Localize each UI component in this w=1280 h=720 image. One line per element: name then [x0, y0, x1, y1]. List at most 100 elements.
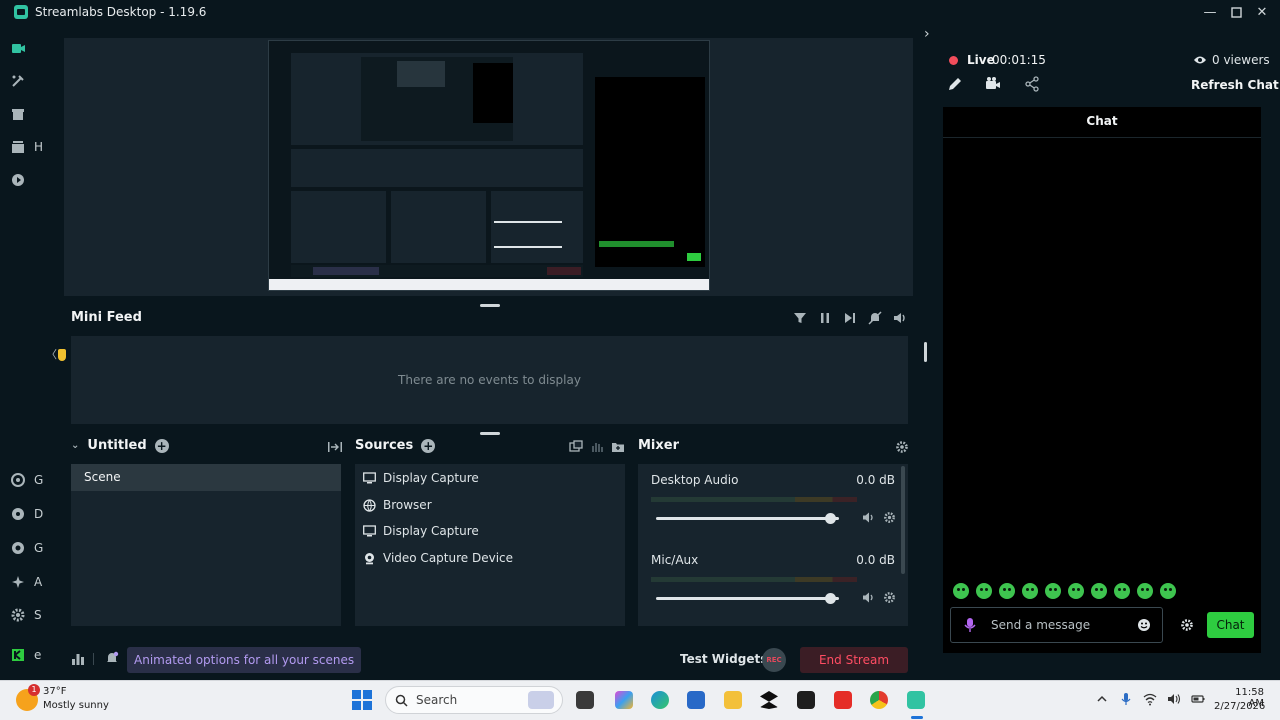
channel-settings-icon[interactable] [883, 591, 896, 604]
emote-icon[interactable] [1137, 583, 1153, 599]
edge-browser-icon[interactable] [651, 691, 669, 709]
scene-transition-button[interactable] [327, 440, 343, 454]
preview-screen-capture [268, 40, 710, 291]
mixer-settings-icon[interactable] [895, 440, 909, 454]
edit-stream-info-icon[interactable] [947, 76, 963, 92]
microphone-icon[interactable] [963, 617, 977, 633]
nav-settings[interactable]: S [10, 605, 42, 625]
emote-icon[interactable] [1068, 583, 1084, 599]
nav-store[interactable] [10, 104, 26, 124]
chevron-up-icon[interactable] [1095, 692, 1109, 706]
maximize-button[interactable] [1223, 0, 1249, 24]
stream-camera-icon[interactable] [985, 76, 1001, 92]
store-icon [12, 109, 24, 120]
end-stream-button[interactable]: End Stream [800, 647, 908, 673]
nav-highlighter-label: H [34, 140, 44, 154]
chevron-down-icon[interactable]: ⌄ [71, 440, 79, 451]
add-source-icon[interactable]: + [421, 438, 436, 453]
close-button[interactable]: ✕ [1249, 0, 1275, 24]
emote-icon[interactable] [1022, 583, 1038, 599]
performance-stats-icon[interactable] [71, 652, 85, 666]
scene-collection-name[interactable]: Untitled [87, 438, 146, 453]
amazon-icon[interactable] [797, 691, 815, 709]
source-item[interactable]: Display Capture [363, 469, 479, 487]
globe-icon [363, 498, 376, 512]
emote-icon[interactable] [1045, 583, 1061, 599]
chat-message-input[interactable] [991, 616, 1131, 634]
nav-studio[interactable] [10, 38, 26, 58]
wifi-icon[interactable] [1143, 692, 1157, 706]
emote-icon[interactable] [1160, 583, 1176, 599]
emote-icon[interactable] [953, 583, 969, 599]
battery-icon[interactable] [1191, 692, 1205, 706]
copilot-icon[interactable] [615, 691, 633, 709]
source-item[interactable]: Video Capture Device [363, 549, 513, 567]
record-button[interactable]: REC [762, 648, 786, 672]
collapse-chat-arrow[interactable]: › [924, 26, 930, 42]
emote-icon[interactable] [999, 583, 1015, 599]
emoji-icon[interactable] [1137, 618, 1151, 632]
resize-handle-top[interactable] [480, 304, 500, 307]
nav-dashboard[interactable]: D [10, 504, 43, 524]
speaker-tray-icon[interactable] [1167, 692, 1181, 706]
play-icon [12, 174, 24, 186]
volume-slider-knob[interactable] [824, 593, 836, 604]
channel-settings-icon[interactable] [883, 511, 896, 524]
source-folder-icon[interactable] [569, 440, 583, 454]
pause-feed-button[interactable] [817, 310, 833, 326]
task-view-icon[interactable] [576, 691, 594, 709]
skip-alert-button[interactable] [842, 310, 858, 326]
notification-message[interactable]: Animated options for all your scenes [127, 647, 362, 673]
emote-icon[interactable] [1114, 583, 1130, 599]
clock-date[interactable]: 2/27/2026 [1214, 701, 1265, 712]
windows-start-icon[interactable] [352, 690, 372, 710]
chrome-icon[interactable] [870, 691, 888, 709]
source-item[interactable]: Display Capture [363, 522, 479, 540]
mixer-scrollbar[interactable] [901, 466, 905, 574]
chat-settings-icon[interactable] [1180, 618, 1194, 632]
chat-send-button[interactable]: Chat [1207, 612, 1254, 638]
nav-themes[interactable] [10, 71, 26, 91]
add-scene-icon[interactable]: + [154, 438, 169, 453]
scene-item[interactable]: Scene [71, 464, 341, 491]
go-live-icon [11, 473, 25, 487]
nav-apps[interactable]: A [10, 572, 42, 592]
collapse-left-arrow[interactable]: 〈 [46, 346, 57, 362]
volume-slider[interactable] [656, 597, 839, 600]
streamlabs-taskbar-icon[interactable] [907, 691, 925, 709]
nav-kick[interactable]: e [10, 645, 41, 665]
source-item[interactable]: Browser [363, 496, 432, 514]
microsoft-store-icon[interactable] [687, 691, 705, 709]
volume-button[interactable] [892, 310, 908, 326]
file-explorer-icon[interactable] [724, 691, 742, 709]
source-hand-icon[interactable] [590, 440, 604, 454]
nav-highlighter[interactable]: H [10, 137, 43, 157]
microphone-tray-icon[interactable] [1119, 692, 1133, 706]
filter-button[interactable] [792, 310, 808, 326]
resize-handle-bottom[interactable] [480, 432, 500, 435]
taskbar-search[interactable]: Search [385, 686, 563, 714]
emote-icon[interactable] [976, 583, 992, 599]
chat-panel-resize-handle[interactable] [924, 342, 927, 362]
test-widgets-button[interactable]: Test Widgets [680, 652, 767, 666]
weather-temperature[interactable]: 37°F [43, 686, 66, 697]
refresh-chat-button[interactable]: Refresh Chat [1191, 78, 1279, 92]
emote-icon[interactable] [1091, 583, 1107, 599]
youtube-icon[interactable] [834, 691, 852, 709]
minifeed-empty-text: There are no events to display [398, 373, 581, 387]
share-icon[interactable] [1024, 76, 1040, 92]
volume-slider[interactable] [656, 517, 839, 520]
weather-condition[interactable]: Mostly sunny [43, 700, 109, 711]
speaker-icon[interactable] [862, 511, 875, 524]
notification-bell-icon[interactable] [105, 651, 119, 665]
source-name: Browser [383, 498, 432, 512]
window-title: Streamlabs Desktop - 1.19.6 [35, 5, 207, 19]
volume-slider-knob[interactable] [824, 513, 836, 524]
nav-get-help[interactable]: G [10, 538, 43, 558]
nav-go-live[interactable]: G [10, 470, 43, 490]
nav-play[interactable] [10, 170, 26, 190]
add-folder-icon[interactable] [611, 440, 625, 454]
speaker-icon[interactable] [862, 591, 875, 604]
minimize-button[interactable]: — [1197, 0, 1223, 24]
mute-alerts-button[interactable] [867, 310, 883, 326]
